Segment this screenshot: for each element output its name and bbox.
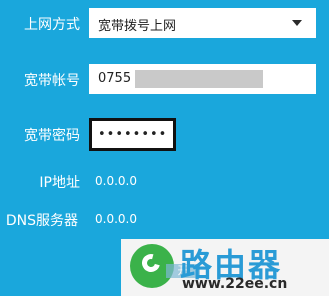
ip-value: 0.0.0.0 <box>95 174 137 188</box>
connection-type-value: 宽带拨号上网 <box>98 19 177 34</box>
chevron-down-icon <box>292 20 302 26</box>
account-input[interactable]: 0755 <box>89 64 316 94</box>
account-label: 宽带帐号 <box>24 73 80 89</box>
watermark-url: www.22ee.cn <box>182 276 288 292</box>
password-label: 宽带密码 <box>24 128 80 144</box>
password-input[interactable]: •••••••• <box>89 118 176 151</box>
account-redaction <box>135 70 263 88</box>
dns-value: 0.0.0.0 <box>95 212 137 226</box>
password-value: •••••••• <box>98 127 168 142</box>
ip-label: IP地址 <box>39 175 80 191</box>
connection-type-select[interactable]: 宽带拨号上网 <box>89 8 316 38</box>
connection-type-label: 上网方式 <box>24 17 80 33</box>
dns-label: DNS服务器 <box>5 213 78 229</box>
account-value: 0755 <box>98 71 132 86</box>
